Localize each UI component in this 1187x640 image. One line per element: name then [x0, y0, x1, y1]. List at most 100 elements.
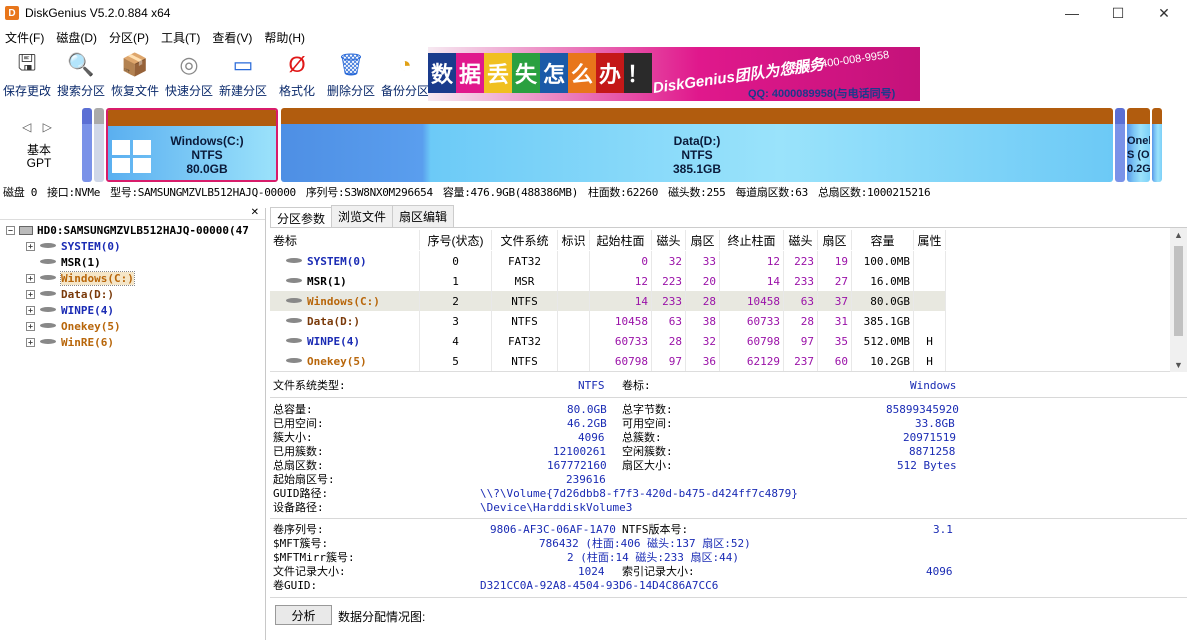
table-row[interactable]: Data(D:) 3 NTFS 10458 63 38 60733 28 31 385.1GB — [270, 311, 946, 331]
banner-char: 丢 — [484, 53, 512, 93]
tree-partition-node[interactable]: + Data(D:) — [0, 286, 265, 302]
partition-icon — [285, 317, 303, 325]
partition-block-onekey[interactable]: Onekey S (O 0.2G — [1127, 108, 1150, 182]
app-logo-icon: D — [5, 6, 19, 20]
tab-sector-edit[interactable]: 扇区编辑 — [392, 205, 455, 227]
tree-partition-node[interactable]: MSR(1) — [0, 254, 265, 270]
expand-icon[interactable]: + — [26, 305, 35, 315]
partition-icon — [285, 357, 303, 365]
menu-item[interactable]: 磁盘(D) — [51, 29, 102, 46]
total-sectors-value: 167772160 — [547, 459, 607, 472]
partition-icon — [285, 297, 303, 305]
column-header[interactable]: 属性 — [914, 230, 946, 250]
tab-partition-params[interactable]: 分区参数 — [270, 207, 333, 227]
table-cell — [914, 251, 946, 271]
disk-nav-arrows[interactable]: ◁ ▷ — [22, 120, 56, 134]
toolbar-button[interactable]: 🖫 保存更改 — [0, 47, 54, 103]
partition-name: Onekey(5) — [307, 354, 367, 368]
table-row[interactable]: WINPE(4) 4 FAT32 60733 28 32 60798 97 35 512.0MB H — [270, 331, 946, 351]
banner-char: 失 — [512, 53, 540, 93]
ad-banner[interactable]: 数据丢失怎么办！ 咨询：400-008-9958 DiskGenius团队为您服… — [428, 47, 920, 101]
table-cell: 512.0MB — [852, 331, 914, 351]
partition-block-msr[interactable] — [94, 108, 104, 182]
menu-item[interactable]: 查看(V) — [207, 29, 257, 46]
toolbar-button[interactable]: ◎ 快速分区 — [162, 47, 216, 103]
table-cell: 385.1GB — [852, 311, 914, 331]
column-header[interactable]: 磁头 — [652, 230, 686, 250]
tree-disk-node[interactable]: − HD0:SAMSUNGMZVLB512HAJQ-00000(47 — [0, 222, 265, 238]
toolbar-button[interactable]: 📦 恢复文件 — [108, 47, 162, 103]
close-button[interactable]: ✕ — [1141, 0, 1187, 26]
tree-partition-node[interactable]: + SYSTEM(0) — [0, 238, 265, 254]
toolbar-button[interactable]: 🗑 删除分区 — [324, 47, 378, 103]
tree-partition-node[interactable]: + WinRE(6) — [0, 334, 265, 350]
partition-block-data[interactable]: Data(D:) NTFS 385.1GB — [281, 108, 1113, 182]
table-scrollbar[interactable]: ▲ ▼ — [1170, 228, 1187, 372]
scrollbar-thumb[interactable] — [1174, 246, 1183, 336]
expand-icon[interactable]: + — [26, 273, 35, 283]
table-cell: 28 — [686, 291, 720, 311]
collapse-icon[interactable]: − — [6, 225, 15, 235]
column-header[interactable]: 扇区 — [818, 230, 852, 250]
partition-block-winpe[interactable] — [1115, 108, 1125, 182]
disk-status-field: 磁盘 0 — [3, 186, 38, 199]
toolbar-button[interactable]: 🔍 搜索分区 — [54, 47, 108, 103]
partition-block-system[interactable] — [82, 108, 92, 182]
partition-name: Data(D:) — [673, 134, 721, 148]
menu-item[interactable]: 分区(P) — [104, 29, 154, 46]
tree-partition-node[interactable]: + Onekey(5) — [0, 318, 265, 334]
partition-block-windows[interactable]: Windows(C:) NTFS 80.0GB — [106, 108, 278, 182]
table-row[interactable]: Onekey(5) 5 NTFS 60798 97 36 62129 237 60 10.2GB H — [270, 351, 946, 371]
table-row[interactable]: SYSTEM(0) 0 FAT32 0 32 33 12 223 19 100.0MB — [270, 251, 946, 271]
device-path-value: \Device\HarddiskVolume3 — [480, 501, 633, 514]
table-row[interactable]: MSR(1) 1 MSR 12 223 20 14 233 27 16.0MB — [270, 271, 946, 291]
expand-icon[interactable]: + — [26, 241, 35, 251]
tree-partition-node[interactable]: + Windows(C:) — [0, 270, 265, 286]
menu-item[interactable]: 工具(T) — [156, 29, 205, 46]
column-header[interactable]: 终止柱面 — [720, 230, 784, 250]
partition-table: ▲ ▼ 卷标 序号(状态) 文件系统 标识 起始柱面 磁头 扇区 终止柱面 磁头 扇区 容量 属性 SY… — [270, 228, 1187, 372]
total-sectors-label: 总扇区数: — [273, 459, 324, 472]
tab-browse-files[interactable]: 浏览文件 — [331, 205, 394, 227]
table-cell: 4 — [420, 331, 492, 351]
column-header[interactable]: 文件系统 — [492, 230, 558, 250]
minimize-button[interactable]: — — [1049, 0, 1095, 26]
table-cell — [914, 311, 946, 331]
close-panel-icon[interactable]: ✕ — [251, 208, 259, 218]
table-cell: 12 — [590, 271, 652, 291]
tree-partition-node[interactable]: + WINPE(4) — [0, 302, 265, 318]
table-cell: Data(D:) — [270, 311, 420, 331]
column-header[interactable]: 扇区 — [686, 230, 720, 250]
toolbar-button[interactable]: ▭ 新建分区 — [216, 47, 270, 103]
window-title: DiskGenius V5.2.0.884 x64 — [25, 6, 171, 20]
table-cell: 10458 — [590, 311, 652, 331]
partition-name: Windows(C:) — [307, 294, 380, 308]
menu-item[interactable]: 帮助(H) — [259, 29, 310, 46]
partition-size: 80.0GB — [186, 162, 228, 176]
analyze-button[interactable]: 分析 — [275, 605, 332, 625]
partition-icon — [39, 258, 57, 266]
column-header[interactable]: 磁头 — [784, 230, 818, 250]
column-header[interactable]: 序号(状态) — [420, 230, 492, 250]
scroll-up-icon[interactable]: ▲ — [1174, 230, 1183, 240]
column-header[interactable]: 容量 — [852, 230, 914, 250]
fs-type-value: NTFS — [578, 379, 605, 392]
column-header[interactable]: 标识 — [558, 230, 590, 250]
toolbar-button[interactable]: Ø 格式化 — [270, 47, 324, 103]
menu-item[interactable]: 文件(F) — [0, 29, 49, 46]
column-header[interactable]: 起始柱面 — [590, 230, 652, 250]
table-cell: 2 — [420, 291, 492, 311]
total-clusters-value: 20971519 — [903, 431, 956, 444]
partition-icon — [285, 277, 303, 285]
column-header[interactable]: 卷标 — [270, 230, 420, 250]
expand-icon[interactable]: + — [26, 321, 35, 331]
maximize-button[interactable]: ☐ — [1095, 0, 1141, 26]
expand-icon[interactable]: + — [26, 337, 35, 347]
scroll-down-icon[interactable]: ▼ — [1174, 360, 1183, 370]
free-clusters-label: 空闲簇数: — [622, 445, 673, 458]
partition-block-winre[interactable] — [1152, 108, 1162, 182]
expand-icon[interactable]: + — [26, 289, 35, 299]
format-icon: Ø — [288, 52, 306, 77]
toolbar-button[interactable]: ◔ 备份分区 — [378, 47, 432, 103]
table-row[interactable]: Windows(C:) 2 NTFS 14 233 28 10458 63 37 80.0GB — [270, 291, 946, 311]
